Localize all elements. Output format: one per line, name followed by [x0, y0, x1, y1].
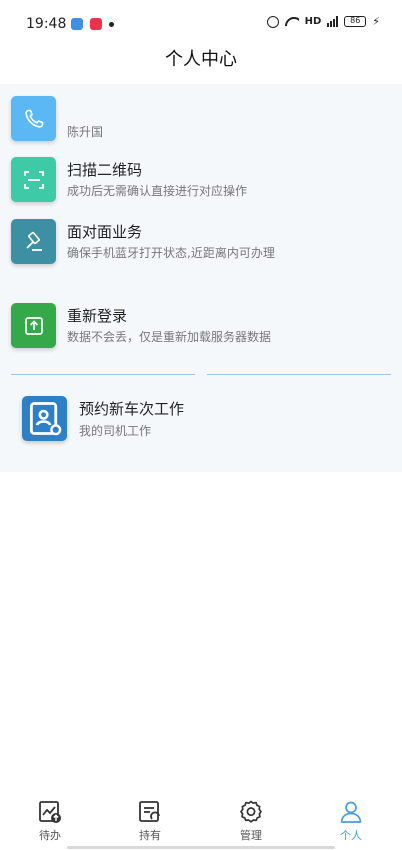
todo-chart-icon: [39, 801, 61, 823]
face-to-face-title: 面对面业务: [67, 223, 143, 241]
user-name: 陈升国: [67, 125, 104, 139]
phone-tile: [11, 96, 56, 141]
face-to-face-item[interactable]: 面对面业务 确保手机蓝牙打开状态,近距离内可办理: [11, 219, 391, 267]
status-bar: 19:48 HD 86 ⚡: [0, 0, 402, 46]
status-time: 19:48: [26, 16, 67, 32]
scan-qr-item[interactable]: 扫描二维码 成功后无需确认直接进行对应操作: [11, 157, 391, 205]
signal-icon: [327, 16, 339, 27]
notification-app-icon: [71, 18, 83, 30]
relogin-item[interactable]: 重新登录 数据不会丢，仅是重新加载服务器数据: [11, 303, 391, 351]
profile-phone-item[interactable]: 陈升国: [11, 96, 391, 144]
home-indicator[interactable]: [67, 846, 335, 849]
reserve-trip-item[interactable]: 预约新车次工作 我的司机工作: [22, 396, 382, 446]
profile-panel: 陈升国 扫描二维码 成功后无需确认直接进行对应操作 面对面业务 确保手机蓝牙打开…: [0, 84, 402, 472]
gear-icon: [240, 800, 262, 823]
nav-tab-personal[interactable]: 个人: [301, 795, 401, 847]
scan-qr-title: 扫描二维码: [67, 161, 143, 179]
page-header: 个人中心: [0, 46, 402, 84]
relogin-tile: [11, 303, 56, 348]
nav-tab-hold[interactable]: 持有: [100, 795, 200, 847]
relogin-subtitle: 数据不会丢，仅是重新加载服务器数据: [67, 330, 272, 344]
page-title: 个人中心: [165, 49, 237, 70]
bottom-nav: 待办 持有 管理 个人: [0, 795, 402, 850]
section-divider-left: [11, 374, 195, 375]
section-divider-right: [207, 374, 391, 375]
scan-tile: [11, 157, 56, 202]
reserve-trip-title: 预约新车次工作: [79, 400, 185, 418]
notification-app-icon-2: [90, 18, 102, 30]
person-icon: [340, 801, 362, 823]
face-to-face-tile: [11, 219, 56, 264]
charging-icon: ⚡: [372, 15, 380, 28]
scan-qr-subtitle: 成功后无需确认直接进行对应操作: [67, 184, 248, 198]
nav-label-personal: 个人: [340, 829, 362, 842]
gavel-icon: [25, 231, 42, 251]
scan-icon: [23, 170, 44, 189]
nav-label-todo: 待办: [39, 829, 61, 842]
relogin-title: 重新登录: [67, 307, 128, 325]
upload-icon: [24, 316, 43, 335]
status-indicators: HD 86 ⚡: [266, 15, 380, 28]
nav-tab-manage[interactable]: 管理: [201, 795, 301, 847]
more-notifications-dot-icon: [109, 22, 114, 27]
driver-card-icon: [29, 402, 62, 436]
nav-tab-todo[interactable]: 待办: [0, 795, 100, 847]
phone-icon: [24, 109, 43, 128]
alarm-icon: [266, 15, 279, 28]
wifi-icon: [285, 17, 299, 27]
hold-list-icon: [139, 801, 160, 822]
reserve-trip-subtitle: 我的司机工作: [79, 424, 152, 438]
network-type-label: HD: [304, 16, 322, 27]
battery-icon: 86: [344, 16, 367, 27]
nav-label-manage: 管理: [240, 829, 262, 842]
face-to-face-subtitle: 确保手机蓝牙打开状态,近距离内可办理: [67, 246, 275, 260]
reserve-trip-tile: [22, 396, 67, 441]
nav-label-hold: 持有: [139, 829, 161, 842]
